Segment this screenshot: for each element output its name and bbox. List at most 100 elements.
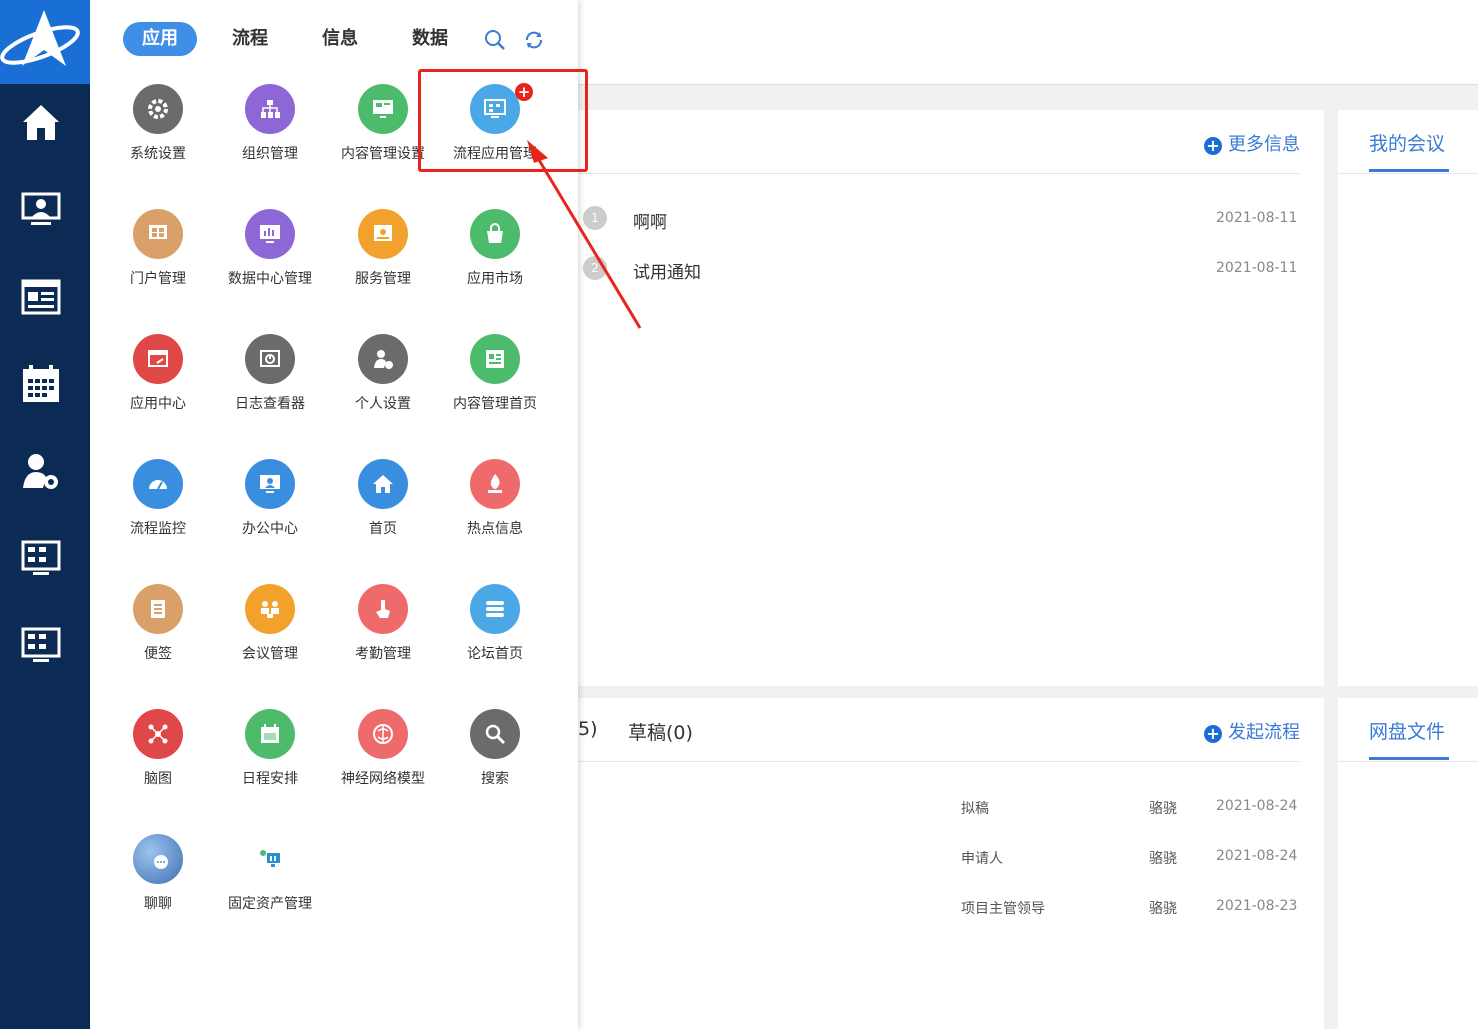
app-tile[interactable]: 门户管理 [102,209,214,288]
app-tile[interactable]: 系统设置 [102,84,214,163]
app-tile[interactable]: 搜索 [439,709,551,788]
app-tile[interactable]: 聊聊 [102,834,214,913]
app-tile[interactable]: 便签 [102,584,214,663]
home-icon[interactable] [19,100,63,144]
bag-icon [470,209,520,259]
app-tile[interactable]: 流程监控 [102,459,214,538]
plus-icon: + [1204,137,1222,155]
app-tile[interactable]: 日程安排 [214,709,326,788]
info-panel: + 更多信息 1 啊啊 2021-08-11 2 试用通知 2021-08-11 [578,110,1324,686]
tab-underline [1369,169,1449,172]
logo[interactable] [0,0,90,84]
app-tile[interactable]: 内容管理首页 [439,334,551,413]
more-info-link[interactable]: + 更多信息 [1204,130,1300,156]
chart-monitor-icon [245,209,295,259]
search-icon[interactable] [484,29,506,51]
app-tile[interactable]: 神经网络模型 [327,709,439,788]
app-tile[interactable]: 考勤管理 [327,584,439,663]
app-label: 流程监控 [130,521,186,537]
flow-monitor-icon[interactable] [19,624,63,668]
note-icon [133,584,183,634]
app-tile[interactable]: 应用市场 [439,209,551,288]
draft-tab[interactable]: 草稿(0) [628,718,693,745]
app-label: 数据中心管理 [228,271,312,287]
app-label: 应用市场 [467,271,523,287]
app-label: 搜索 [481,771,509,787]
tab-flow[interactable]: 流程 [232,22,268,56]
flow-date: 2021-08-23 [1216,898,1298,914]
app-tile[interactable]: 首页 [327,459,439,538]
app-label: 办公中心 [242,521,298,537]
app-tile[interactable]: 会议管理 [214,584,326,663]
tab-data[interactable]: 数据 [412,22,448,56]
app-tile[interactable]: 个人设置 [327,334,439,413]
touch-icon [358,584,408,634]
info-item-title[interactable]: 试用通知 [633,258,701,283]
refresh-icon[interactable] [523,29,545,51]
app-tile[interactable]: 服务管理 [327,209,439,288]
news-icon [470,334,520,384]
app-label: 便签 [144,646,172,662]
app-tile[interactable]: 日志查看器 [214,334,326,413]
top-bar [578,0,1478,85]
info-item-title[interactable]: 啊啊 [633,208,667,233]
user-gear-icon[interactable] [19,450,63,494]
app-label: 神经网络模型 [341,771,425,787]
more-info-label: 更多信息 [1228,134,1300,155]
flow-step: 申请人 [961,851,1003,867]
app-tile[interactable]: 数据中心管理 [214,209,326,288]
app-label: 系统设置 [130,146,186,162]
app-label: 脑图 [144,771,172,787]
flow-step: 拟稿 [961,801,989,817]
portal-icon [133,209,183,259]
asset-icon [245,834,295,884]
flow-panel: 5) 草稿(0) + 发起流程 拟稿 骆骁 2021-08-24 申请人 骆骁 2… [578,698,1324,1029]
flow-tab-partial[interactable]: 5) [578,718,598,740]
info-item-date: 2021-08-11 [1216,210,1298,226]
app-menu: 应用 流程 信息 数据 系统设置 组织管理 内容管理设置 流程应用管理 门户管理 数据中心… [90,0,588,1029]
app-label: 门户管理 [130,271,186,287]
mindmap-icon [133,709,183,759]
tab-info[interactable]: 信息 [322,22,358,56]
app-label: 考勤管理 [355,646,411,662]
news-icon[interactable] [19,275,63,319]
app-label: 个人设置 [355,396,411,412]
app-tile[interactable]: 脑图 [102,709,214,788]
tab-underline [1369,757,1449,760]
new-badge-icon: + [515,83,533,101]
flow-date: 2021-08-24 [1216,798,1298,814]
app-label: 日程安排 [242,771,298,787]
monitor-icon [358,84,408,134]
divider [1338,173,1478,174]
app-label: 固定资产管理 [228,896,312,912]
divider [578,173,1300,174]
disk-tab[interactable]: 网盘文件 [1369,717,1445,744]
divider [1338,761,1478,762]
app-label: 日志查看器 [235,396,305,412]
app-label: 热点信息 [467,521,523,537]
app-tile[interactable]: 固定资产管理 [214,834,326,913]
home-icon [358,459,408,509]
start-flow-label: 发起流程 [1228,722,1300,743]
forum-icon [470,584,520,634]
gauge-icon [133,459,183,509]
item-number: 2 [583,256,607,280]
app-tile[interactable]: 办公中心 [214,459,326,538]
app-label: 会议管理 [242,646,298,662]
tab-apps[interactable]: 应用 [123,22,197,56]
app-label: 组织管理 [242,146,298,162]
app-tile[interactable]: 热点信息 [439,459,551,538]
meeting-tab[interactable]: 我的会议 [1369,129,1445,156]
start-flow-link[interactable]: + 发起流程 [1204,718,1300,744]
app-tile[interactable]: 论坛首页 [439,584,551,663]
flow-monitor-icon[interactable] [19,537,63,581]
search-icon [470,709,520,759]
meeting-panel: 我的会议 [1338,110,1478,686]
office-icon[interactable] [19,188,63,232]
calendar-icon[interactable] [19,362,63,406]
flow-person: 骆骁 [1149,801,1177,817]
app-tile[interactable]: 组织管理 [214,84,326,163]
meeting-icon [245,584,295,634]
log-icon [245,334,295,384]
app-tile[interactable]: 应用中心 [102,334,214,413]
